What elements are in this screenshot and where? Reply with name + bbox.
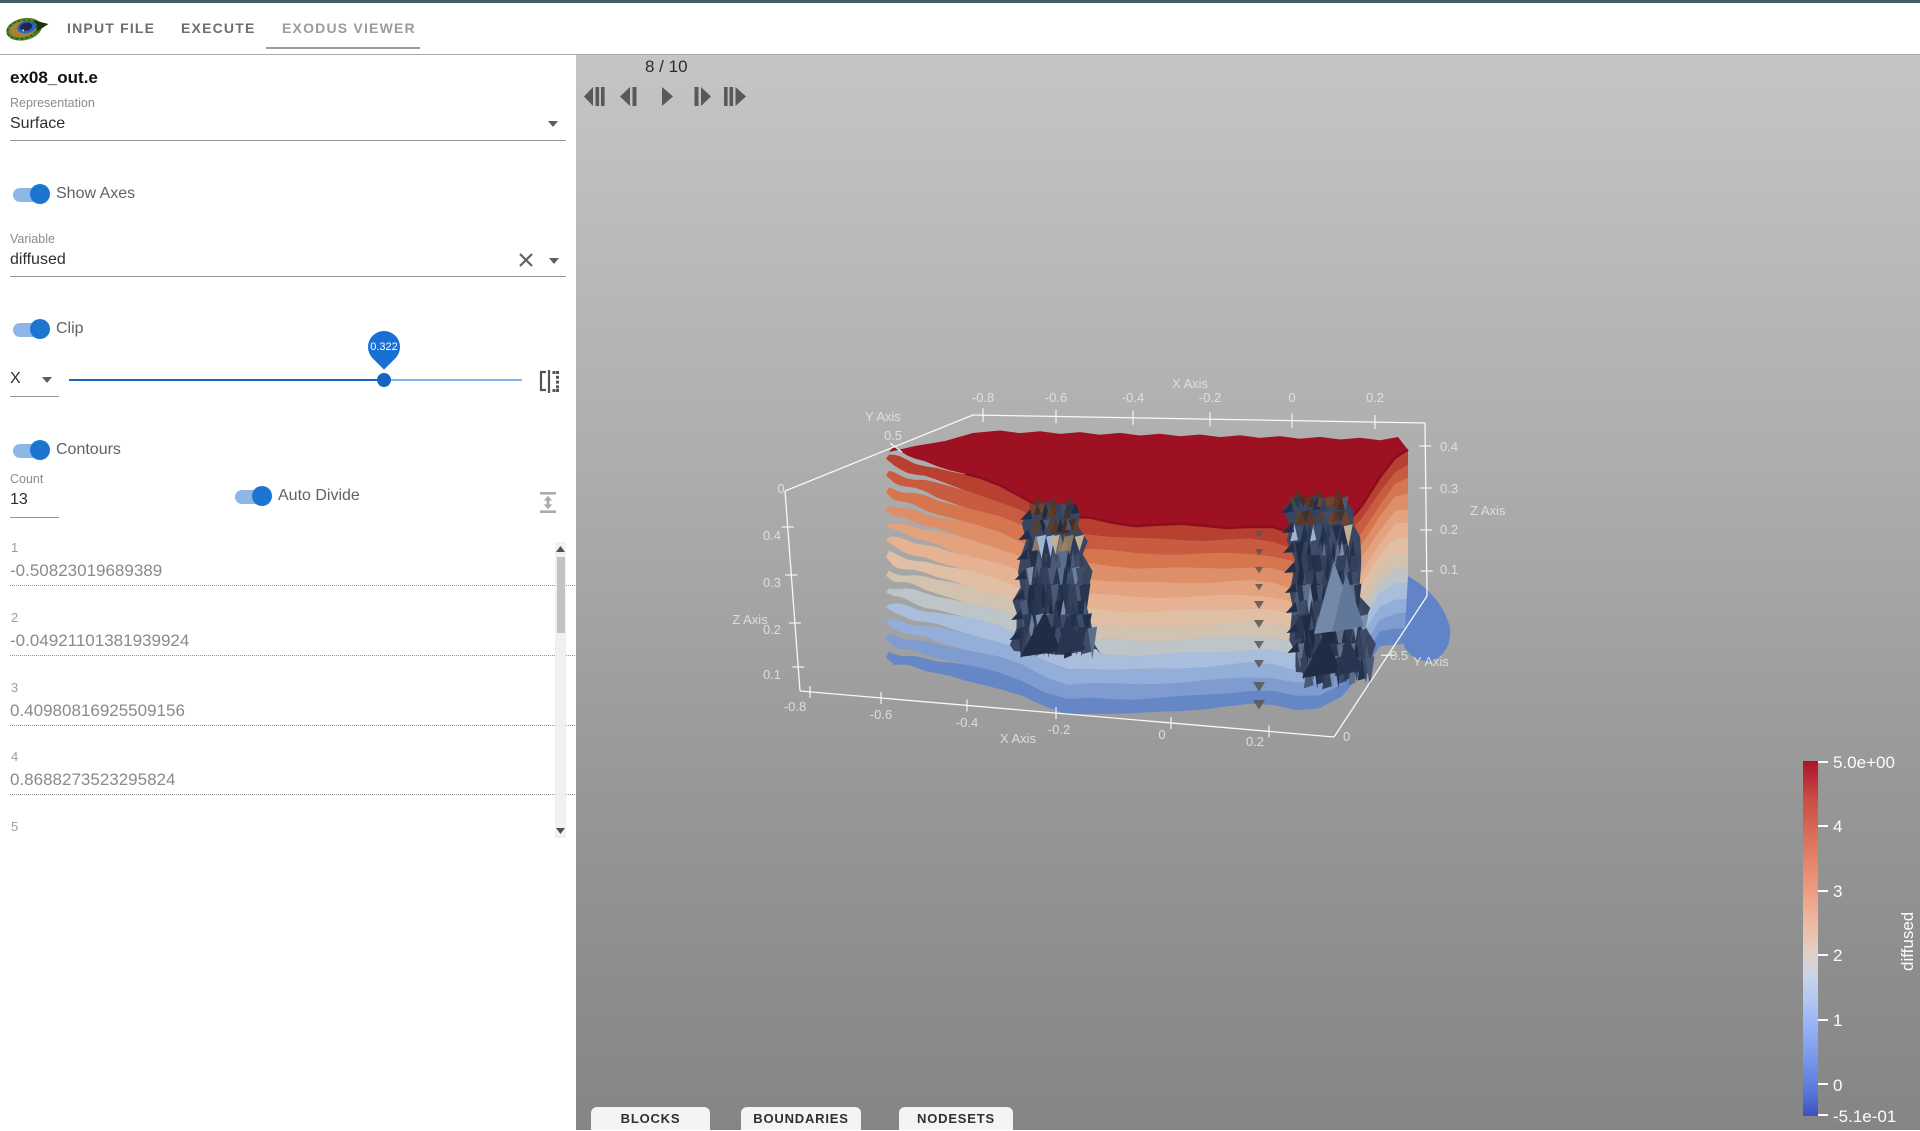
svg-text:Z Axis: Z Axis: [732, 612, 768, 627]
svg-text:-0.4: -0.4: [1122, 390, 1144, 405]
svg-text:0.1: 0.1: [1440, 562, 1458, 577]
svg-text:0: 0: [1158, 727, 1165, 742]
svg-text:Z Axis: Z Axis: [1470, 503, 1506, 518]
svg-text:0.3: 0.3: [763, 575, 781, 590]
svg-text:0.5: 0.5: [884, 428, 902, 443]
svg-text:0.2: 0.2: [1366, 390, 1384, 405]
svg-text:0.4: 0.4: [763, 528, 781, 543]
svg-text:0.2: 0.2: [1440, 522, 1458, 537]
svg-text:Y Axis: Y Axis: [865, 409, 901, 424]
svg-text:-0.8: -0.8: [972, 390, 994, 405]
svg-text:0.2: 0.2: [1246, 734, 1264, 749]
svg-text:0: 0: [1343, 729, 1350, 744]
svg-text:0.1: 0.1: [763, 667, 781, 682]
svg-text:-0.6: -0.6: [1045, 390, 1067, 405]
svg-text:0.3: 0.3: [1440, 481, 1458, 496]
svg-text:-0.2: -0.2: [1199, 390, 1221, 405]
svg-text:-0.8: -0.8: [784, 699, 806, 714]
svg-text:-0.6: -0.6: [870, 707, 892, 722]
svg-text:X Axis: X Axis: [1000, 731, 1037, 746]
svg-text:0.4: 0.4: [1440, 439, 1458, 454]
svg-text:Y Axis: Y Axis: [1413, 654, 1449, 669]
svg-text:0.5: 0.5: [1390, 648, 1408, 663]
svg-text:-0.4: -0.4: [956, 715, 978, 730]
svg-text:-0.2: -0.2: [1048, 722, 1070, 737]
svg-text:0: 0: [777, 481, 784, 496]
svg-text:0: 0: [1288, 390, 1295, 405]
svg-text:X Axis: X Axis: [1172, 376, 1209, 391]
